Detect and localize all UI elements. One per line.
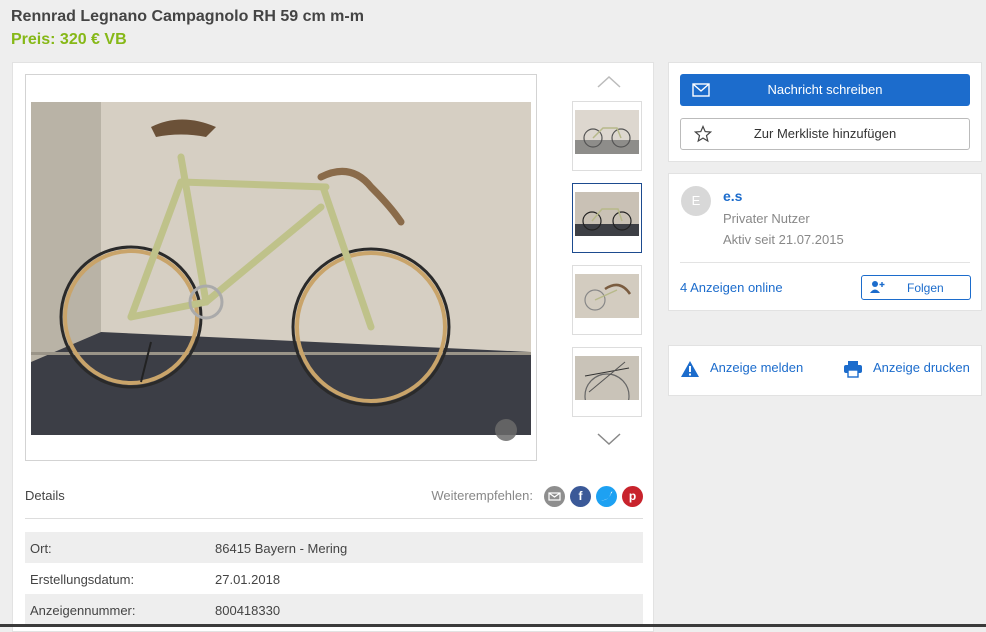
- thumbnail-3[interactable]: [572, 265, 642, 335]
- table-row: Ort: 86415 Bayern - Mering: [25, 532, 643, 563]
- thumbnail-4-image: [575, 356, 639, 400]
- printer-icon[interactable]: [843, 360, 863, 378]
- attribute-value: 27.01.2018: [215, 572, 281, 587]
- thumbnail-1-image: [575, 110, 639, 154]
- attribute-key: Anzeigennummer:: [30, 603, 136, 618]
- attribute-value: 86415 Bayern - Mering: [215, 541, 348, 556]
- attribute-key: Erstellungsdatum:: [30, 572, 135, 587]
- share-label: Weiterempfehlen:: [431, 488, 533, 503]
- bike-photo[interactable]: [31, 102, 531, 435]
- thumbnail-4[interactable]: [572, 347, 642, 417]
- contact-actions-card: Nachricht schreiben Zur Merkliste hinzuf…: [668, 62, 982, 162]
- seller-name[interactable]: e.s: [723, 188, 742, 204]
- facebook-icon[interactable]: f: [570, 486, 591, 507]
- attribute-value: 800418330: [215, 603, 281, 618]
- follow-button[interactable]: Folgen: [861, 275, 971, 300]
- follow-label: Folgen: [907, 281, 944, 295]
- add-user-icon: [870, 281, 885, 293]
- thumbnail-2-image: [575, 192, 639, 236]
- write-message-label: Nachricht schreiben: [767, 82, 883, 97]
- email-icon[interactable]: [544, 486, 565, 507]
- listing-main-card: Details Weiterempfehlen: f p Ort: 86415 …: [12, 62, 654, 632]
- zoom-icon[interactable]: [495, 419, 517, 441]
- thumbnail-down-chevron-icon[interactable]: [596, 431, 622, 447]
- details-heading: Details: [25, 488, 65, 503]
- report-card: Anzeige melden Anzeige drucken: [668, 345, 982, 396]
- thumbnail-2[interactable]: [572, 183, 642, 253]
- seller-active-since: Aktiv seit 21.07.2015: [723, 232, 844, 247]
- listing-title: Rennrad Legnano Campagnolo RH 59 cm m-m: [11, 8, 364, 25]
- attributes-table: Ort: 86415 Bayern - Mering Erstellungsda…: [25, 532, 643, 625]
- seller-type: Privater Nutzer: [723, 211, 810, 226]
- details-header: Details Weiterempfehlen: f p: [25, 483, 643, 519]
- thumbnail-1[interactable]: [572, 101, 642, 171]
- warning-icon[interactable]: [680, 360, 700, 378]
- table-row: Anzeigennummer: 800418330: [25, 594, 643, 625]
- listing-price: Preis: 320 € VB: [11, 31, 127, 48]
- divider: [680, 262, 970, 263]
- table-row: Erstellungsdatum: 27.01.2018: [25, 563, 643, 594]
- add-to-watchlist-button[interactable]: Zur Merkliste hinzufügen: [680, 118, 970, 150]
- seller-ads-link[interactable]: 4 Anzeigen online: [680, 280, 783, 295]
- gallery-main[interactable]: [25, 74, 537, 461]
- twitter-icon[interactable]: [596, 486, 617, 507]
- attribute-key: Ort:: [30, 541, 52, 556]
- thumbnail-3-image: [575, 274, 639, 318]
- write-message-button[interactable]: Nachricht schreiben: [680, 74, 970, 106]
- report-ad-link[interactable]: Anzeige melden: [710, 360, 803, 375]
- seller-card: E e.s Privater Nutzer Aktiv seit 21.07.2…: [668, 173, 982, 311]
- print-ad-link[interactable]: Anzeige drucken: [873, 360, 970, 375]
- avatar: E: [681, 186, 711, 216]
- add-to-watchlist-label: Zur Merkliste hinzufügen: [753, 126, 897, 141]
- pinterest-icon[interactable]: p: [622, 486, 643, 507]
- thumbnail-up-chevron-icon[interactable]: [596, 74, 622, 90]
- bike-photo-drawing: [31, 102, 531, 435]
